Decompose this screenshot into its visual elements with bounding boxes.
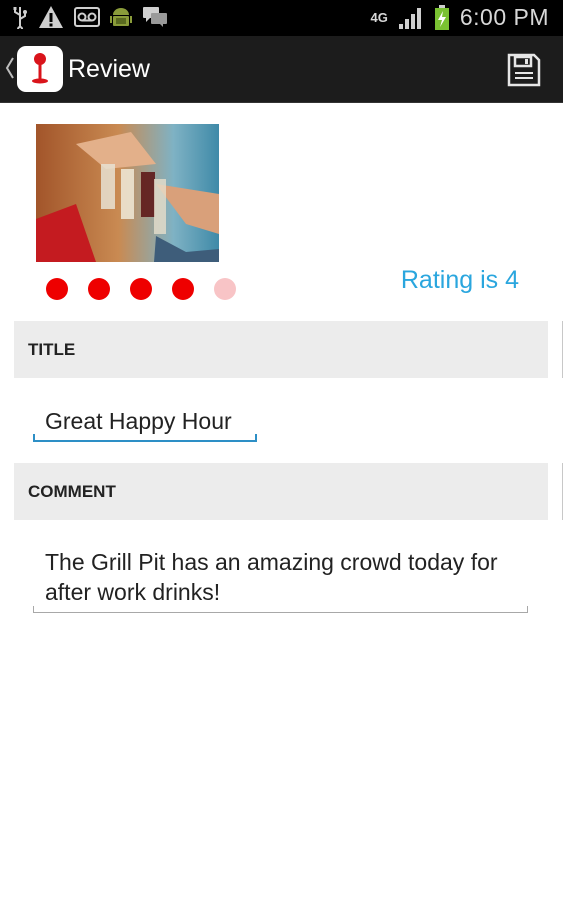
app-logo[interactable] [17, 46, 63, 92]
usb-icon [13, 7, 27, 29]
rating-dot-3[interactable] [130, 278, 152, 300]
chat-icon [143, 7, 167, 27]
wine-glass-icon [32, 53, 48, 84]
comment-section-header: COMMENT [14, 463, 548, 520]
review-photo [36, 124, 219, 262]
comment-input[interactable]: The Grill Pit has an amazing crowd today… [33, 541, 528, 613]
rating-dot-2[interactable] [88, 278, 110, 300]
rating-label: Rating is 4 [400, 266, 519, 294]
system-indicators: 4G 6:00 PM [371, 4, 550, 31]
signal-icon [398, 7, 421, 29]
chevron-left-icon[interactable] [5, 54, 15, 82]
android-icon [110, 8, 132, 26]
battery-charging-icon [434, 4, 449, 30]
status-bar: 4G 6:00 PM [0, 0, 563, 36]
save-icon[interactable] [507, 53, 541, 87]
action-bar: Review [0, 36, 563, 103]
comment-input-value[interactable]: The Grill Pit has an amazing crowd today… [45, 547, 515, 607]
rating-dot-1[interactable] [46, 278, 68, 300]
rating-dots[interactable] [46, 278, 236, 300]
clock: 6:00 PM [459, 4, 549, 30]
network-type-label: 4G [370, 10, 388, 25]
title-input[interactable]: Great Happy Hour [33, 400, 257, 442]
title-input-value[interactable]: Great Happy Hour [45, 408, 232, 435]
title-section-header: TITLE [14, 321, 548, 378]
rating-dot-5[interactable] [214, 278, 236, 300]
notification-icons [12, 5, 168, 29]
warning-icon [39, 6, 63, 28]
rating-dot-4[interactable] [172, 278, 194, 300]
page-title: Review [68, 55, 150, 83]
voicemail-icon [74, 7, 100, 27]
